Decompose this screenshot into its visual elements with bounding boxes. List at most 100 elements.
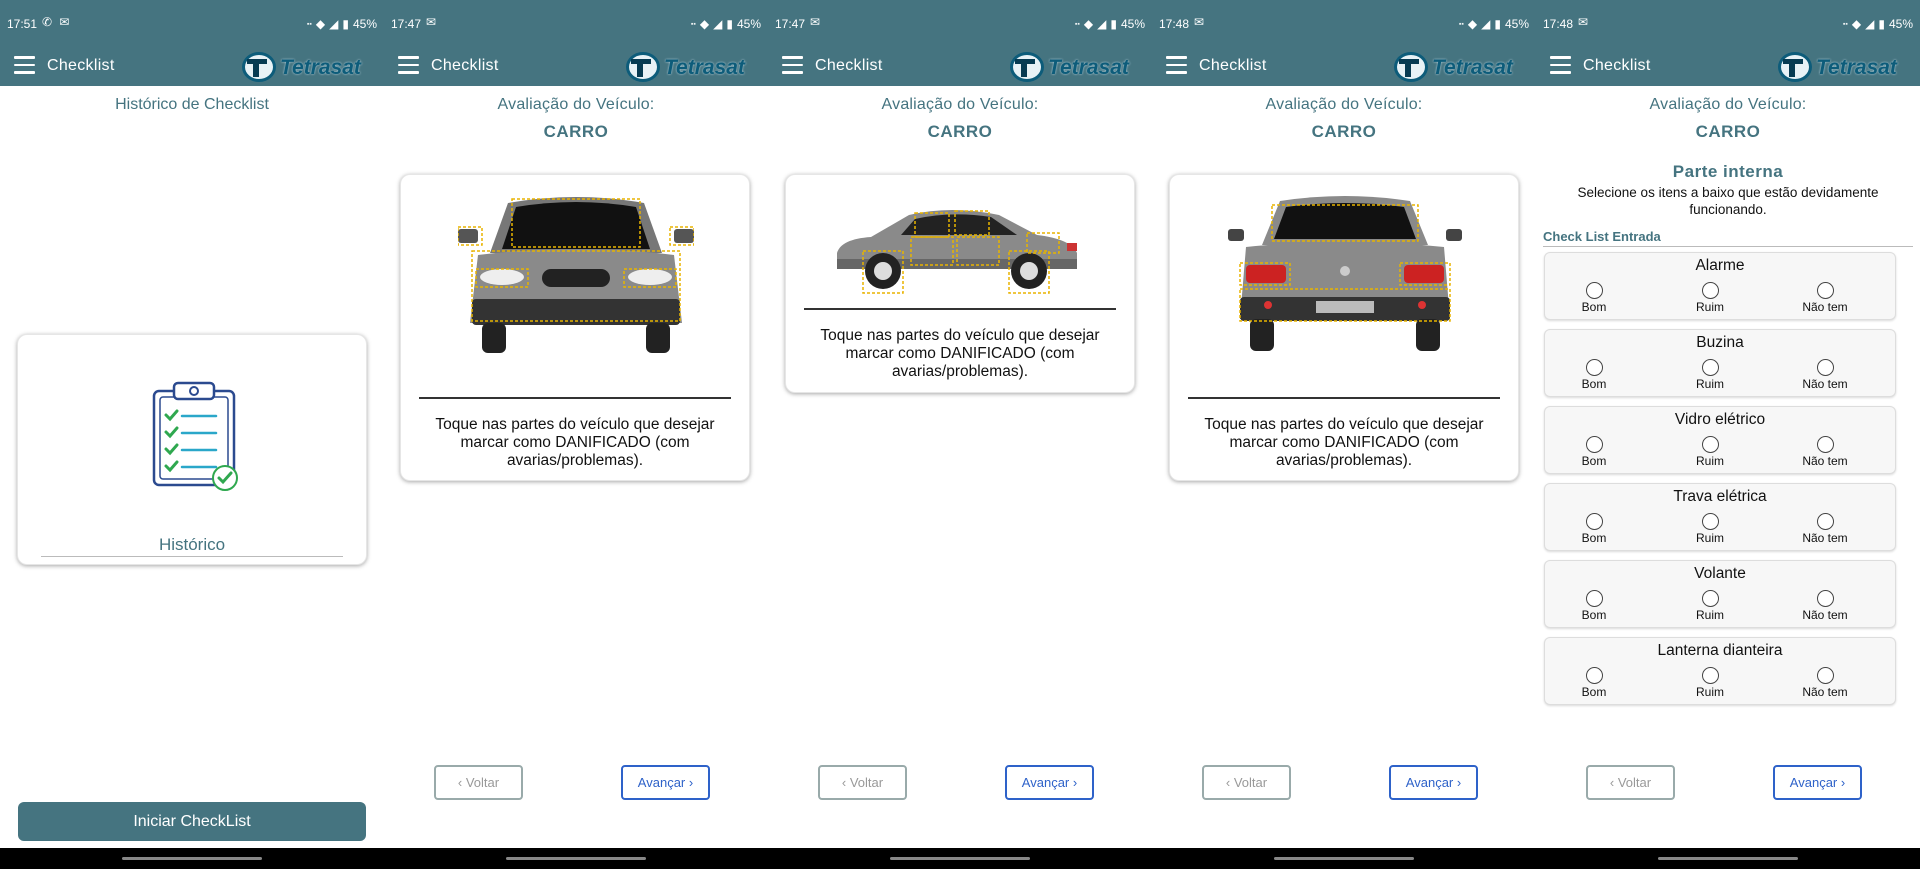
start-checklist-button[interactable]: Iniciar CheckList xyxy=(18,802,366,841)
radio-button[interactable] xyxy=(1701,513,1719,530)
radio-option[interactable]: Bom xyxy=(1559,436,1629,468)
radio-option[interactable]: Ruim xyxy=(1675,359,1745,391)
radio-button[interactable] xyxy=(1585,359,1603,376)
signal-icon: ◢ xyxy=(1097,17,1107,31)
app-bar: Checklist Tetrasat xyxy=(768,47,1152,86)
menu-icon[interactable] xyxy=(782,56,803,74)
radio-button[interactable] xyxy=(1816,667,1834,684)
checklist-item: Volante Bom Ruim Não tem xyxy=(1544,560,1896,628)
radio-button[interactable] xyxy=(1585,282,1603,299)
card-divider xyxy=(1188,397,1500,399)
menu-icon[interactable] xyxy=(14,56,35,74)
status-time: 17:51 xyxy=(7,17,38,31)
next-button[interactable]: Avançar › xyxy=(1773,765,1862,800)
radio-option[interactable]: Bom xyxy=(1559,667,1629,699)
radio-button[interactable] xyxy=(1701,436,1719,453)
radio-option[interactable]: Não tem xyxy=(1790,436,1860,468)
radio-button[interactable] xyxy=(1816,436,1834,453)
card-divider xyxy=(804,308,1116,310)
home-indicator[interactable] xyxy=(1274,857,1414,860)
radio-label: Bom xyxy=(1581,531,1607,545)
radio-option[interactable]: Não tem xyxy=(1790,359,1860,391)
battery-icon: ▮ xyxy=(1878,17,1885,31)
battery-icon: ▮ xyxy=(1110,17,1117,31)
radio-button[interactable] xyxy=(1701,282,1719,299)
app-root: 17:51 ✆ ✉ ▪▪ ◆ ◢ ▮ 45% Checklist Tetrasa… xyxy=(0,0,1920,869)
radio-option[interactable]: Ruim xyxy=(1675,590,1745,622)
radio-option[interactable]: Não tem xyxy=(1790,282,1860,314)
checklist-divider xyxy=(1543,246,1913,247)
radio-option[interactable]: Ruim xyxy=(1675,513,1745,545)
radio-option[interactable]: Bom xyxy=(1559,590,1629,622)
menu-icon[interactable] xyxy=(1166,56,1187,74)
home-indicator[interactable] xyxy=(506,857,646,860)
radio-option[interactable]: Não tem xyxy=(1790,667,1860,699)
battery-icon: ▮ xyxy=(342,17,349,31)
nav-bar xyxy=(0,848,384,869)
radio-button[interactable] xyxy=(1585,436,1603,453)
car-rear-image[interactable] xyxy=(1228,193,1462,363)
home-indicator[interactable] xyxy=(122,857,262,860)
battery-icon: ▮ xyxy=(726,17,733,31)
radio-button[interactable] xyxy=(1816,359,1834,376)
menu-icon[interactable] xyxy=(398,56,419,74)
network-icon: ▪▪ xyxy=(1842,20,1848,28)
radio-option[interactable]: Bom xyxy=(1559,282,1629,314)
notification-icons: ✉ xyxy=(810,15,823,29)
radio-button[interactable] xyxy=(1585,590,1603,607)
radio-label: Ruim xyxy=(1695,454,1724,468)
checklist-item: Trava elétrica Bom Ruim Não tem xyxy=(1544,483,1896,551)
back-button[interactable]: ‹ Voltar xyxy=(1202,765,1291,800)
next-button[interactable]: Avançar › xyxy=(1005,765,1094,800)
radio-option[interactable]: Não tem xyxy=(1790,513,1860,545)
screen-rear-view: 17:48 ✉ ▪▪ ◆ ◢ ▮ 45% Checklist Tetrasat … xyxy=(1152,0,1536,869)
radio-option[interactable]: Bom xyxy=(1559,359,1629,391)
radio-option[interactable]: Não tem xyxy=(1790,590,1860,622)
wifi-icon: ◆ xyxy=(1851,17,1862,31)
checklist-item-name: Alarme xyxy=(1695,257,1745,274)
app-title: Checklist xyxy=(1199,57,1267,74)
home-indicator[interactable] xyxy=(1658,857,1798,860)
home-indicator[interactable] xyxy=(890,857,1030,860)
notification-icons: ✉ xyxy=(426,15,439,29)
radio-button[interactable] xyxy=(1816,590,1834,607)
menu-icon[interactable] xyxy=(1550,56,1571,74)
radio-option[interactable]: Ruim xyxy=(1675,436,1745,468)
app-title: Checklist xyxy=(815,57,883,74)
radio-button[interactable] xyxy=(1701,359,1719,376)
notification-icons: ✉ xyxy=(1194,15,1207,29)
radio-button[interactable] xyxy=(1701,590,1719,607)
back-button[interactable]: ‹ Voltar xyxy=(818,765,907,800)
tetrasat-logo: Tetrasat xyxy=(1774,49,1914,85)
radio-label: Ruim xyxy=(1695,685,1724,699)
back-button[interactable]: ‹ Voltar xyxy=(434,765,523,800)
status-bar: 17:47 ✉ ▪▪ ◆ ◢ ▮ 45% xyxy=(384,0,768,47)
radio-option[interactable]: Ruim xyxy=(1675,282,1745,314)
app-title: Checklist xyxy=(1583,57,1651,74)
status-bar: 17:47 ✉ ▪▪ ◆ ◢ ▮ 45% xyxy=(768,0,1152,47)
next-button[interactable]: Avançar › xyxy=(1389,765,1478,800)
radio-option[interactable]: Bom xyxy=(1559,513,1629,545)
radio-button[interactable] xyxy=(1585,513,1603,530)
radio-button[interactable] xyxy=(1816,282,1834,299)
status-time: 17:48 xyxy=(1159,17,1190,31)
car-front-image[interactable] xyxy=(458,193,694,363)
next-button[interactable]: Avançar › xyxy=(621,765,710,800)
radio-button[interactable] xyxy=(1816,513,1834,530)
instruction-text: Toque nas partes do veículo que desejar … xyxy=(1204,416,1484,469)
checklist-item: Alarme Bom Ruim Não tem xyxy=(1544,252,1896,320)
radio-option[interactable]: Ruim xyxy=(1675,667,1745,699)
battery-percent: 45% xyxy=(352,17,377,31)
radio-label: Não tem xyxy=(1802,377,1848,391)
radio-label: Ruim xyxy=(1695,531,1724,545)
back-button[interactable]: ‹ Voltar xyxy=(1586,765,1675,800)
radio-label: Bom xyxy=(1581,377,1607,391)
radio-label: Não tem xyxy=(1802,531,1848,545)
nav-bar xyxy=(1536,848,1920,869)
radio-button[interactable] xyxy=(1701,667,1719,684)
section-description: Selecione os itens a baixo que estão dev… xyxy=(1577,185,1879,217)
status-bar: 17:48 ✉ ▪▪ ◆ ◢ ▮ 45% xyxy=(1536,0,1920,47)
history-card[interactable]: Histórico xyxy=(17,334,367,565)
car-side-image[interactable] xyxy=(831,203,1081,297)
radio-button[interactable] xyxy=(1585,667,1603,684)
